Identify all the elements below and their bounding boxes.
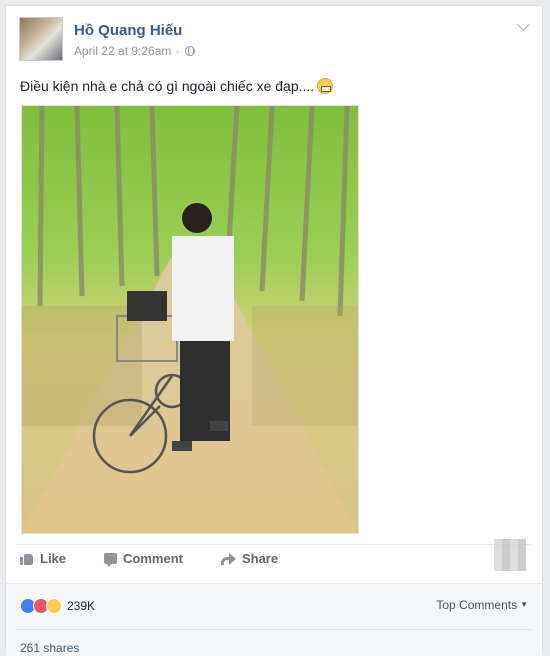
action-bar: Like Comment Share (20, 551, 279, 567)
post-card: Hồ Quang Hiếu April 22 at 9:26am · Điều … (5, 5, 543, 656)
reactions-bar: 239K Top Comments ▼ 261 shares (6, 583, 542, 656)
shares-count[interactable]: 261 shares (20, 641, 79, 655)
thumbs-up-icon (20, 552, 34, 565)
grinning-face-emoji-icon (317, 78, 334, 94)
comment-button[interactable]: Comment (104, 551, 183, 567)
top-comments-label: Top Comments (436, 598, 518, 612)
meta-separator: · (175, 44, 180, 58)
blurred-thumbnail (494, 539, 526, 571)
chevron-down-icon[interactable] (517, 18, 530, 31)
haha-reaction-icon (46, 598, 62, 614)
reactions-divider (16, 629, 532, 630)
post-message: Điều kiện nhà e chả có gì ngoài chiếc xe… (20, 78, 315, 94)
top-comments-dropdown[interactable]: Top Comments ▼ (436, 598, 528, 612)
author-name[interactable]: Hồ Quang Hiếu (74, 22, 182, 39)
post-photo[interactable] (21, 105, 359, 534)
like-button[interactable]: Like (20, 551, 66, 566)
reaction-count: 239K (67, 599, 96, 613)
post-meta: April 22 at 9:26am · (74, 44, 196, 58)
globe-icon[interactable] (185, 46, 196, 56)
comment-icon (104, 553, 118, 567)
comment-label: Comment (123, 551, 183, 566)
reaction-summary[interactable]: 239K (20, 598, 95, 614)
actions-divider-top (16, 544, 532, 545)
post-text: Điều kiện nhà e chả có gì ngoài chiếc xe… (20, 78, 334, 94)
share-label: Share (241, 551, 279, 566)
share-button[interactable]: Share (220, 551, 279, 566)
share-arrow-icon (220, 552, 236, 565)
post-timestamp[interactable]: April 22 at 9:26am (74, 44, 171, 58)
like-label: Like (40, 551, 67, 566)
dropdown-caret-icon: ▼ (520, 600, 528, 609)
author-avatar[interactable] (19, 17, 63, 61)
